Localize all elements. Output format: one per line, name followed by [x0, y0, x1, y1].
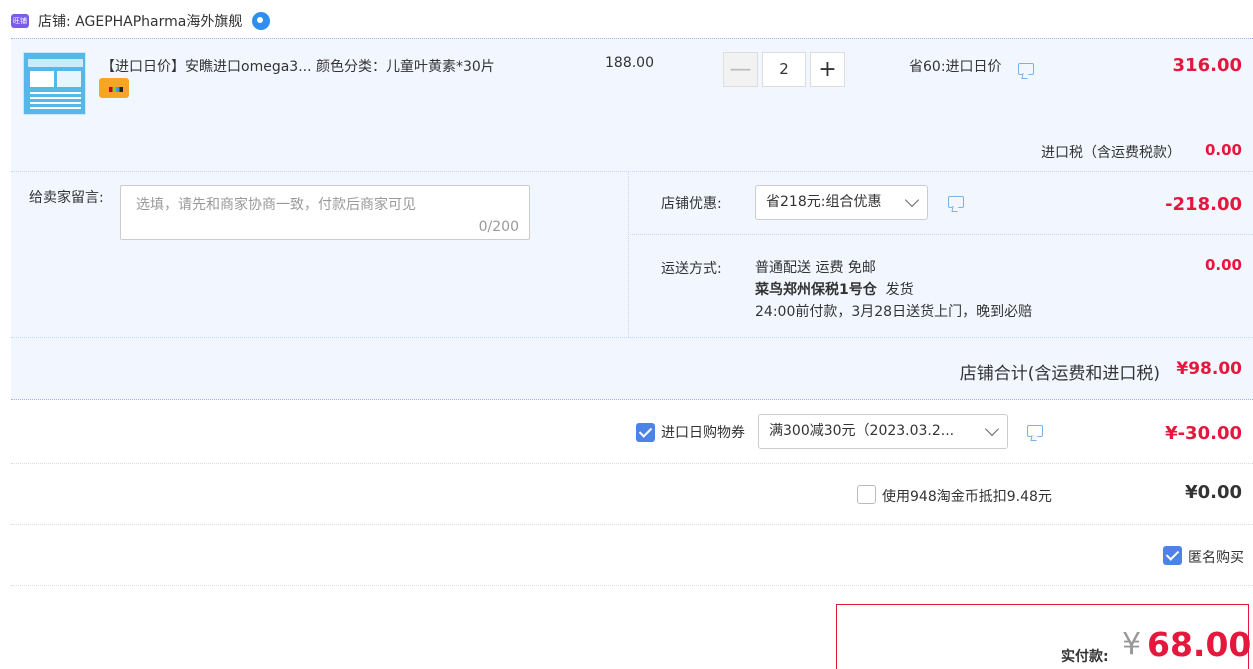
discount-note: 省60:进口日价: [909, 59, 1002, 75]
anonymous-checkbox[interactable]: [1163, 546, 1182, 565]
product-thumbnail[interactable]: [23, 52, 86, 115]
shop-header: 旺铺 店铺: AGEPHAPharma海外旗舰: [11, 8, 271, 34]
seller-message-label: 给卖家留言:: [29, 190, 104, 206]
payment-summary: 实付款: ¥ 68.00: [836, 604, 1252, 669]
shop-name[interactable]: 店铺: AGEPHAPharma海外旗舰: [38, 11, 242, 31]
divider: [628, 234, 1253, 235]
coupon-checkbox[interactable]: [636, 423, 655, 442]
quantity-stepper: — 2 +: [723, 52, 845, 87]
shop-promo-selected: 省218元:组合优惠: [766, 194, 882, 210]
message-char-count: 0/200: [478, 219, 519, 235]
shipping-label: 运送方式:: [661, 261, 722, 277]
coins-label: 使用948淘金币抵扣9.48元: [882, 489, 1052, 505]
comment-icon[interactable]: [1027, 425, 1043, 437]
chat-bubble-icon[interactable]: [252, 12, 271, 30]
divider: [11, 463, 1253, 464]
coupon-label: 进口日购物券: [661, 425, 745, 441]
coupon-select[interactable]: 满300减30元（2023.03.2...: [758, 414, 1008, 449]
message-placeholder: 选填，请先和商家协商一致，付款后商家可见: [136, 197, 416, 213]
payment-total: 68.00: [1147, 625, 1252, 664]
shop-icon: 旺铺: [11, 14, 29, 28]
anonymous-label: 匿名购买: [1188, 550, 1244, 566]
import-tax-value: 0.00: [1204, 141, 1242, 159]
chevron-down-icon: [904, 192, 920, 208]
decrease-quantity-button[interactable]: —: [723, 52, 758, 87]
shop-subtotal-label: 店铺合计(含运费和进口税): [959, 364, 1160, 384]
chevron-down-icon: [984, 421, 1000, 437]
divider: [11, 337, 1253, 338]
shop-subtotal-value: ¥98.00: [1176, 359, 1242, 379]
delivery-promise: 24:00前付款，3月28日送货上门，晚到必赔: [755, 304, 1033, 320]
coupon-value: ¥-30.00: [1165, 423, 1242, 444]
currency-symbol: ¥: [1122, 627, 1142, 662]
divider: [11, 171, 1253, 172]
coins-value: ¥0.00: [1185, 482, 1242, 503]
quantity-input[interactable]: 2: [762, 52, 806, 87]
seller-message-input[interactable]: 选填，请先和商家协商一致，付款后商家可见 0/200: [120, 185, 530, 240]
divider: [628, 172, 629, 337]
shop-promo-select[interactable]: 省218元:组合优惠: [755, 185, 928, 220]
payment-label: 实付款:: [1061, 649, 1109, 665]
comment-icon[interactable]: [1018, 63, 1034, 75]
shipping-warehouse: 菜鸟郑州保税1号仓: [755, 282, 877, 298]
credit-card-icon: [99, 78, 129, 98]
unit-price: 188.00: [605, 55, 654, 71]
coins-checkbox[interactable]: [857, 485, 876, 504]
comment-icon[interactable]: [948, 196, 964, 208]
divider: [11, 524, 1253, 525]
divider: [11, 585, 1253, 586]
shipping-method: 普通配送 运费 免邮: [755, 260, 876, 276]
shipping-note: 发货: [885, 282, 914, 298]
shop-promo-label: 店铺优惠:: [661, 196, 722, 212]
shipping-details: 普通配送 运费 免邮 菜鸟郑州保税1号仓 发货 24:00前付款，3月28日送货…: [755, 257, 1032, 323]
increase-quantity-button[interactable]: +: [810, 52, 845, 87]
shop-promo-value: -218.00: [1165, 194, 1242, 215]
coupon-selected: 满300减30元（2023.03.2...: [769, 423, 955, 439]
shipping-fee: 0.00: [1204, 256, 1242, 274]
import-tax-label: 进口税（含运费税款）: [1041, 145, 1181, 161]
item-total: 316.00: [1172, 55, 1242, 76]
product-title[interactable]: 【进口日价】安瞧进口omega3... 颜色分类：儿童叶黄素*30片: [101, 56, 495, 76]
order-block: 【进口日价】安瞧进口omega3... 颜色分类：儿童叶黄素*30片 188.0…: [11, 38, 1253, 400]
